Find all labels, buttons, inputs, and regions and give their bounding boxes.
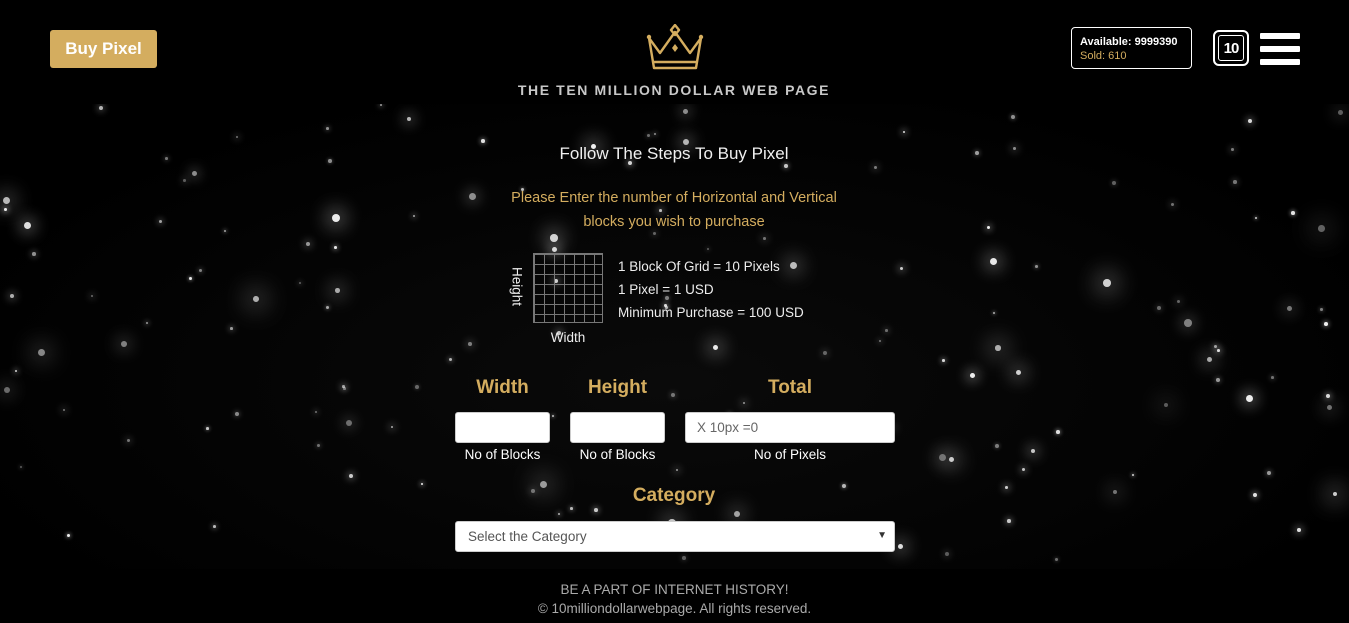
info-line-minimum: Minimum Purchase = 100 USD (618, 305, 804, 320)
total-caption: No of Pixels (753, 447, 827, 462)
buy-pixel-button[interactable]: Buy Pixel (50, 30, 157, 68)
grid-width-label: Width (550, 330, 586, 345)
ten-badge-text: 10 (1218, 35, 1244, 61)
width-caption: No of Blocks (464, 447, 541, 462)
total-field[interactable] (685, 412, 895, 443)
total-heading: Total (768, 377, 812, 398)
info-line-block: 1 Block Of Grid = 10 Pixels (618, 259, 780, 274)
footer-tagline: BE A PART OF INTERNET HISTORY! (560, 582, 789, 597)
crown-icon (646, 24, 704, 70)
category-heading: Category (632, 485, 716, 506)
sold-count: Sold: 610 (1080, 50, 1127, 62)
height-heading: Height (587, 377, 648, 398)
category-select[interactable]: Select the Category ▼ (455, 521, 895, 552)
category-selected-value: Select the Category (468, 529, 587, 544)
height-caption: No of Blocks (579, 447, 656, 462)
site-header: Buy Pixel THE TEN MILLION DOLLAR WEB PAG… (0, 0, 1349, 104)
site-footer: BE A PART OF INTERNET HISTORY! © 10milli… (0, 569, 1349, 623)
instruction-line-1: Please Enter the number of Horizontal an… (511, 190, 837, 206)
instruction-line-2: blocks you wish to purchase (583, 214, 765, 230)
hamburger-menu-icon[interactable] (1260, 33, 1300, 65)
purchase-panel: Follow The Steps To Buy Pixel Please Ent… (0, 104, 1349, 569)
instructions-text: Please Enter the number of Horizontal an… (474, 186, 874, 234)
chevron-down-icon: ▼ (877, 530, 887, 541)
pixel-stats-box: Available: 9999390 Sold: 610 (1071, 27, 1192, 69)
grid-height-label: Height (509, 266, 525, 307)
site-title: THE TEN MILLION DOLLAR WEB PAGE (517, 82, 831, 98)
height-input[interactable] (570, 412, 665, 443)
ten-badge-icon[interactable]: 10 (1213, 30, 1249, 66)
footer-copyright: © 10milliondollarwebpage. All rights res… (537, 601, 812, 616)
grid-diagram (533, 253, 603, 323)
width-input[interactable] (455, 412, 550, 443)
width-heading: Width (476, 377, 529, 398)
pricing-info: 1 Block Of Grid = 10 Pixels 1 Pixel = 1 … (618, 255, 804, 324)
available-count: Available: 9999390 (1080, 36, 1178, 48)
steps-title: Follow The Steps To Buy Pixel (559, 144, 789, 163)
info-line-price: 1 Pixel = 1 USD (618, 282, 714, 297)
